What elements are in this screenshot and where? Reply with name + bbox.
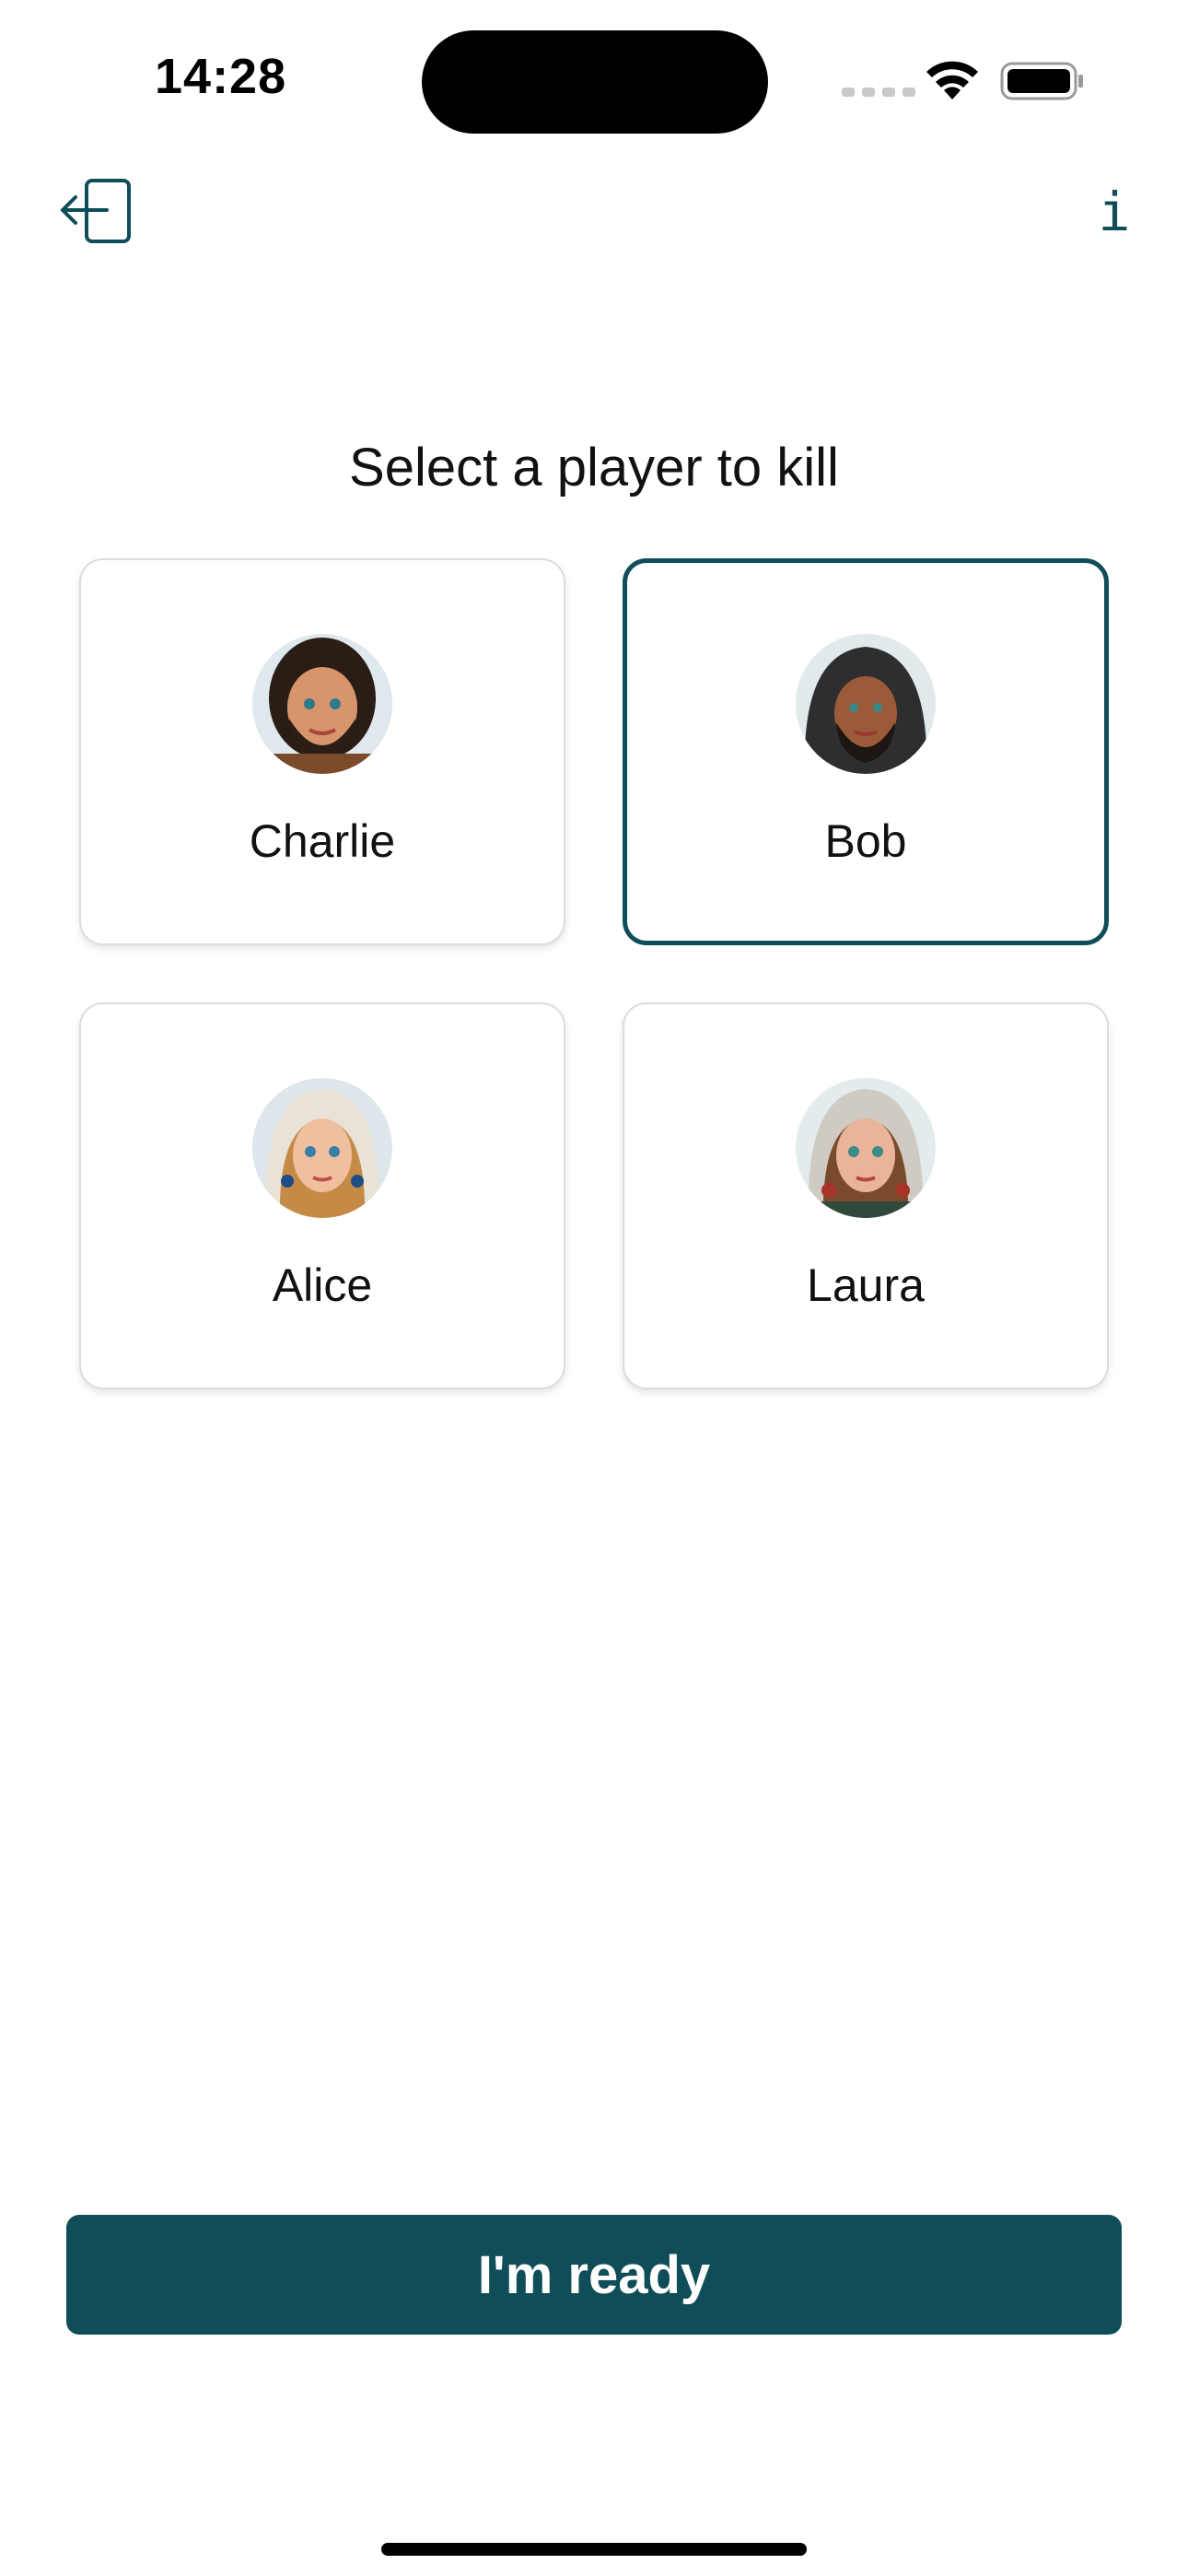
ready-button[interactable]: I'm ready xyxy=(66,2215,1122,2335)
bearded-man-avatar xyxy=(252,634,392,774)
player-name: Laura xyxy=(807,1259,925,1311)
page-title: Select a player to kill xyxy=(349,438,839,498)
info-button[interactable]: i xyxy=(1087,175,1142,249)
dynamic-island xyxy=(422,30,768,134)
player-card-alice[interactable]: Alice xyxy=(79,1002,565,1389)
player-card-laura[interactable]: Laura xyxy=(623,1002,1109,1389)
woman-headscarf-avatar xyxy=(796,1078,936,1218)
exit-door-icon xyxy=(61,179,131,243)
wifi-icon xyxy=(926,61,978,100)
battery-icon xyxy=(1000,62,1083,100)
cellular-signal-icon xyxy=(842,88,915,97)
blonde-woman-headscarf-avatar xyxy=(252,1078,392,1218)
player-card-bob[interactable]: Bob xyxy=(623,558,1109,945)
player-name: Alice xyxy=(272,1259,373,1311)
player-card-charlie[interactable]: Charlie xyxy=(79,558,565,945)
status-time: 14:28 xyxy=(155,49,287,104)
player-name: Charlie xyxy=(249,815,396,867)
home-indicator[interactable] xyxy=(381,2543,807,2556)
player-name: Bob xyxy=(824,815,907,867)
hooded-man-avatar xyxy=(796,634,936,774)
exit-button[interactable] xyxy=(59,175,136,249)
